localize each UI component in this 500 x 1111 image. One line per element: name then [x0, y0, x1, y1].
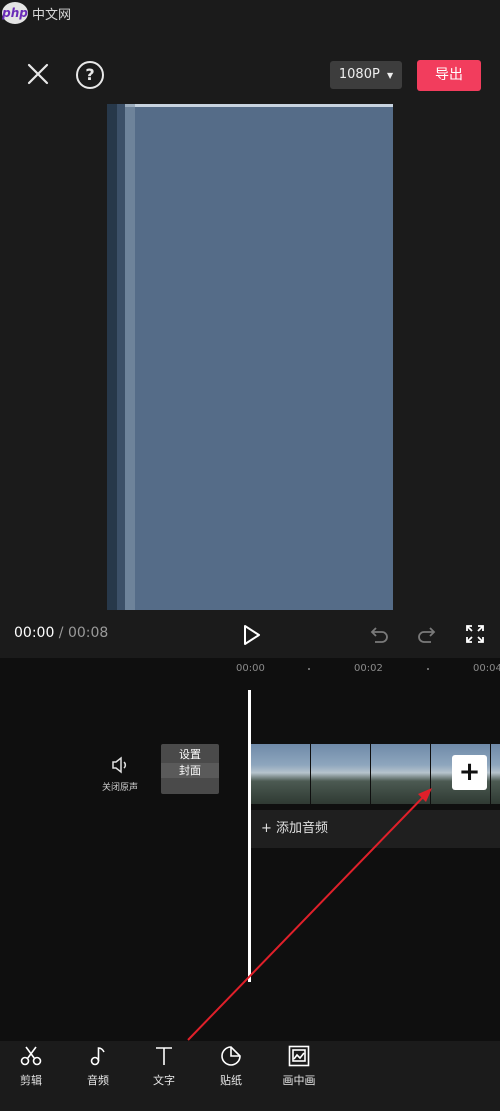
preview-edge-strip: [125, 104, 135, 610]
redo-button[interactable]: [416, 624, 438, 646]
cover-label-line1: 设置: [179, 748, 201, 761]
preview-edge-strip: [117, 104, 125, 610]
redo-icon: [418, 627, 436, 643]
preview-edge-strip: [107, 104, 117, 610]
preview-top-edge: [107, 104, 393, 107]
set-cover-button[interactable]: 设置 封面: [161, 744, 219, 794]
current-time: 00:00: [14, 625, 55, 641]
toolbar-label: 画中画: [282, 1074, 316, 1087]
clip-thumbnail: [491, 744, 500, 804]
cover-label-line2: 封面: [161, 763, 219, 778]
time-display: 00:00 / 00:08: [14, 625, 108, 641]
total-time: 00:08: [67, 625, 109, 641]
playhead[interactable]: [248, 690, 251, 982]
undo-button[interactable]: [368, 624, 390, 646]
toolbar-label: 音频: [87, 1074, 109, 1087]
mute-label: 关闭原声: [101, 783, 138, 793]
resolution-value: 1080P: [338, 67, 380, 82]
watermark-logo: php: [2, 2, 28, 24]
video-preview[interactable]: [107, 104, 393, 610]
toolbar-item-sticker[interactable]: 贴纸: [206, 1045, 256, 1088]
music-note-icon: [90, 1047, 105, 1066]
chevron-down-icon: ▼: [386, 71, 394, 80]
watermark-site: 中文网: [32, 8, 72, 23]
toolbar-label: 剪辑: [20, 1074, 42, 1087]
export-button[interactable]: 导出: [417, 60, 481, 91]
speaker-icon: [112, 756, 127, 774]
add-audio-button[interactable]: + 添加音频: [251, 810, 500, 848]
time-separator: /: [54, 625, 68, 641]
undo-icon: [370, 627, 388, 643]
ruler-dot: [308, 668, 310, 670]
close-button[interactable]: [22, 58, 54, 90]
ruler-dot: [427, 668, 429, 670]
clip-thumbnail: [371, 744, 430, 804]
clip-thumbnail: [251, 744, 310, 804]
ruler-label: 00:00: [236, 663, 265, 674]
fullscreen-icon: [466, 625, 484, 643]
picture-in-picture-icon: [288, 1045, 310, 1067]
toolbar-item-edit[interactable]: 剪辑: [6, 1045, 56, 1088]
resolution-dropdown[interactable]: 1080P ▼: [330, 61, 402, 89]
php-watermark: php 中文网: [0, 0, 90, 30]
toolbar-item-picture-in-picture[interactable]: 画中画: [274, 1045, 324, 1088]
sticker-icon: [221, 1046, 241, 1066]
play-button[interactable]: [240, 623, 262, 647]
toolbar-label: 文字: [153, 1074, 175, 1087]
toolbar-item-audio[interactable]: 音频: [73, 1045, 123, 1088]
timeline-panel[interactable]: 00:00 00:02 00:04 关闭原声 设置 封面 + + 添加音频: [0, 658, 500, 1041]
scissors-icon: [20, 1046, 42, 1066]
play-icon: [244, 625, 260, 645]
toolbar-label: 贴纸: [220, 1074, 242, 1087]
ruler-label: 00:04: [473, 663, 500, 674]
add-clip-button[interactable]: +: [452, 755, 487, 790]
help-icon: ?: [85, 65, 95, 84]
text-icon: [156, 1047, 172, 1065]
ruler-label: 00:02: [354, 663, 383, 674]
close-icon: [27, 63, 49, 85]
mute-original-button[interactable]: 关闭原声: [95, 756, 145, 798]
clip-thumbnail: [311, 744, 370, 804]
help-button[interactable]: ?: [76, 61, 104, 89]
fullscreen-button[interactable]: [464, 623, 486, 645]
toolbar-item-text[interactable]: 文字: [139, 1045, 189, 1088]
